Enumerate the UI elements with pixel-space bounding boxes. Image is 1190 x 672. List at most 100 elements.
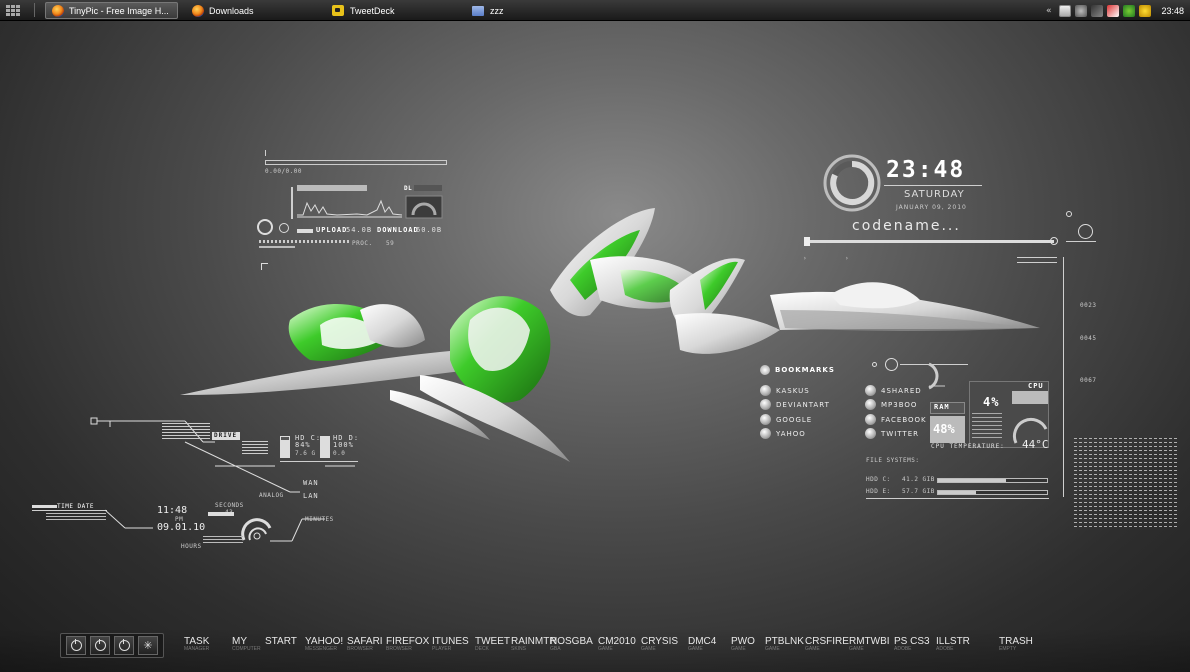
clock-bar-knob[interactable] bbox=[804, 237, 810, 246]
yahoo-tray-icon[interactable] bbox=[1139, 4, 1152, 17]
hdd-c-free: 7.6 G bbox=[295, 450, 316, 457]
codename-label: codename... bbox=[852, 218, 961, 234]
proc-label: PROC. bbox=[352, 240, 373, 247]
power-icon bbox=[70, 639, 82, 651]
firefox-icon bbox=[192, 4, 204, 17]
side-ring-small bbox=[1066, 211, 1072, 217]
task-label: TinyPic - Free Image H... bbox=[69, 5, 169, 16]
task-label: Downloads bbox=[209, 5, 254, 16]
bookmark-icon bbox=[760, 414, 771, 425]
standby-button[interactable] bbox=[114, 636, 134, 655]
analog-label: ANALOG bbox=[259, 492, 284, 499]
proc-value: 59 bbox=[386, 240, 395, 247]
restart-button[interactable] bbox=[90, 636, 110, 655]
bookmark-twitter[interactable]: TWITTER bbox=[865, 428, 919, 439]
dock-item-sublabel: DECK bbox=[475, 646, 489, 652]
apps-grid-icon[interactable] bbox=[6, 3, 24, 17]
hibernate-button[interactable]: ✳ bbox=[138, 636, 158, 655]
hdd-d-pct: 100% bbox=[333, 441, 354, 449]
hours-label: HOURS bbox=[181, 543, 202, 550]
netmon-upload-header bbox=[297, 185, 367, 191]
messenger-tray-icon[interactable] bbox=[1123, 4, 1136, 17]
cpu-temp-value: 44°C bbox=[1022, 438, 1049, 451]
side-value-2: 0045 bbox=[1080, 335, 1097, 342]
side-value-3: 0067 bbox=[1080, 377, 1097, 384]
drive-e-label: HDD E: bbox=[866, 488, 891, 495]
dock-item-sublabel: GAME bbox=[598, 646, 613, 652]
side-ring bbox=[1078, 224, 1093, 239]
app-tray-icon[interactable] bbox=[1059, 4, 1072, 17]
bookmark-4shared[interactable]: 4SHARED bbox=[865, 385, 922, 396]
clock-date: JANUARY 09, 2010 bbox=[896, 204, 967, 211]
bookmark-google[interactable]: GOOGLE bbox=[760, 414, 812, 425]
netmon-dl-tag: DL bbox=[404, 185, 413, 192]
bookmark-yahoo[interactable]: YAHOO bbox=[760, 428, 806, 439]
bookmark-label: MP3BOO bbox=[881, 400, 918, 409]
bookmark-icon bbox=[865, 399, 876, 410]
task-downloads[interactable]: Downloads bbox=[186, 2, 260, 19]
dock-item-sublabel: GAME bbox=[805, 646, 820, 652]
seconds-bar bbox=[208, 512, 234, 516]
time-widget-frame bbox=[105, 509, 153, 529]
hours-lines bbox=[203, 535, 243, 543]
time-arc-icon bbox=[241, 518, 272, 541]
bookmark-label: 4SHARED bbox=[881, 386, 922, 395]
clock-bar bbox=[804, 240, 1054, 243]
bookmark-icon bbox=[865, 414, 876, 425]
dock-item-sublabel: GAME bbox=[849, 646, 864, 652]
netmon-dl-header bbox=[414, 185, 442, 191]
taskbar bbox=[0, 0, 1190, 21]
tray-expand-icon[interactable]: « bbox=[1046, 6, 1052, 16]
bookmark-icon bbox=[760, 385, 771, 396]
lan-label: LAN bbox=[303, 492, 319, 500]
drive-e-bar bbox=[937, 490, 1048, 495]
task-tinypic[interactable]: TinyPic - Free Image H... bbox=[45, 2, 178, 19]
upload-graph bbox=[297, 199, 402, 218]
dock-item-sublabel: EMPTY bbox=[999, 646, 1017, 652]
dock-item-sublabel: ADOBE bbox=[894, 646, 912, 652]
security-tray-icon[interactable] bbox=[1107, 4, 1120, 17]
dock-item-sublabel: BROWSER bbox=[347, 646, 373, 652]
bookmark-kaskus[interactable]: KASKUS bbox=[760, 385, 810, 396]
time-widget-lines bbox=[46, 512, 106, 520]
hdd-d-free: 0.0 bbox=[333, 450, 346, 457]
bookmark-mp3boo[interactable]: MP3BOO bbox=[865, 399, 917, 410]
hdd-c-meter bbox=[280, 436, 290, 458]
hdd-d-meter bbox=[320, 436, 330, 458]
cpu-text-lines bbox=[972, 412, 1002, 438]
network-tray-icon[interactable] bbox=[1091, 4, 1104, 17]
wan-label: WAN bbox=[303, 479, 319, 487]
netmon-ring-large bbox=[257, 219, 273, 235]
minutes-label: MINUTES bbox=[305, 516, 334, 523]
dock-item-sublabel: PLAYER bbox=[432, 646, 452, 652]
cpu-gauge-bg bbox=[1012, 391, 1048, 404]
time-widget-date: 09.01.10 bbox=[157, 522, 206, 533]
download-gauge bbox=[405, 195, 443, 219]
task-zzz[interactable]: zzz bbox=[466, 2, 510, 19]
hdd-c-pct: 84% bbox=[295, 441, 311, 449]
bookmark-deviantart[interactable]: DEVIANTART bbox=[760, 399, 830, 410]
bookmark-icon bbox=[760, 399, 771, 410]
seconds-label: SECONDS bbox=[215, 502, 244, 509]
side-value-1: 0023 bbox=[1080, 302, 1097, 309]
sys-ring bbox=[885, 358, 898, 371]
netmon-underline bbox=[259, 246, 295, 248]
right-frame-vertical bbox=[1063, 257, 1064, 497]
clock-ring-icon bbox=[823, 154, 881, 212]
bookmark-facebook[interactable]: FACEBOOK bbox=[865, 414, 927, 425]
clock-bar-ring bbox=[1050, 237, 1058, 245]
task-tweetdeck[interactable]: TweetDeck bbox=[326, 2, 401, 19]
netmon-dots bbox=[259, 240, 349, 243]
shutdown-button[interactable] bbox=[66, 636, 86, 655]
drive-c-bar-fill bbox=[938, 479, 1006, 482]
upload-bar bbox=[297, 229, 313, 233]
bookmark-icon bbox=[865, 428, 876, 439]
bookmark-label: FACEBOOK bbox=[881, 415, 927, 424]
arrow-marker: › bbox=[845, 255, 850, 262]
drop-tray-icon[interactable] bbox=[1075, 4, 1088, 17]
ram-value: 48% bbox=[933, 422, 955, 436]
dock-item-sublabel: SKINS bbox=[511, 646, 527, 652]
dock-item-sublabel: GAME bbox=[688, 646, 703, 652]
fs-underline bbox=[866, 498, 1049, 499]
bookmark-label: TWITTER bbox=[881, 429, 919, 438]
